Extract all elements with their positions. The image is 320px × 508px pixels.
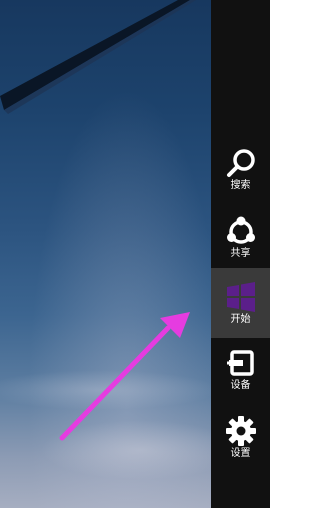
charm-label-settings: 设置: [230, 448, 251, 459]
charm-label-share: 共享: [230, 248, 251, 259]
windows-logo-icon: [227, 282, 255, 312]
charms-bar: 搜索 共享 开始 设备 设置: [211, 0, 270, 508]
charm-devices[interactable]: 设备: [211, 344, 270, 414]
wallpaper-cloud: [40, 420, 240, 480]
charm-settings[interactable]: 设置: [211, 410, 270, 480]
wind-turbine-blade: [0, 0, 196, 114]
charm-start[interactable]: 开始: [211, 268, 270, 338]
devices-icon: [227, 350, 254, 376]
search-icon: [227, 149, 255, 177]
wallpaper-cloud: [0, 370, 220, 410]
gear-icon: [226, 416, 256, 446]
desktop-wallpaper: [0, 0, 240, 508]
screen: 搜索 共享 开始 设备 设置: [0, 0, 270, 508]
charm-search[interactable]: 搜索: [211, 143, 270, 213]
charm-label-devices: 设备: [230, 380, 251, 391]
charm-label-search: 搜索: [230, 180, 251, 191]
share-icon: [227, 216, 255, 244]
charm-label-start: 开始: [230, 314, 251, 325]
